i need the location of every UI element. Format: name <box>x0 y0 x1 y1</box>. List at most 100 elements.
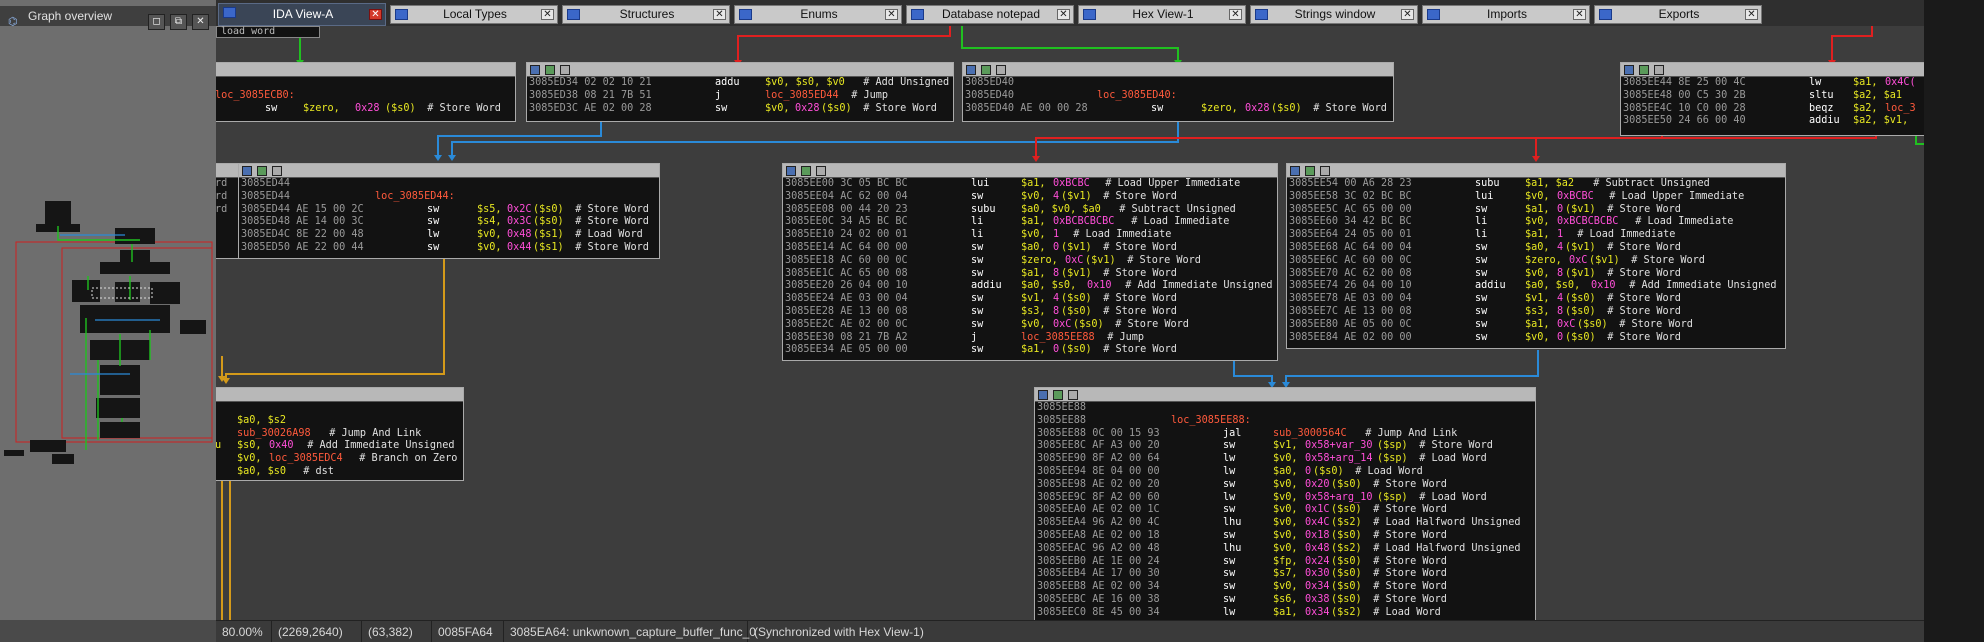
block-list-icon[interactable] <box>272 166 282 176</box>
asm-label[interactable]: loc_3085ED40: <box>1097 90 1177 103</box>
block-body[interactable]: loc_3085ECB0: sw $zero, 0x28 ($s0) # Store … <box>216 77 515 115</box>
asm-line[interactable] <box>216 402 463 415</box>
block-body[interactable]: 3085ED44 3085ED44 loc_3085ED44: 3085ED44 AE… <box>239 178 659 255</box>
block-list-icon[interactable] <box>1068 390 1078 400</box>
asm-line[interactable]: 3085EE04 AC 62 00 04 sw $v0, 4 ($v1) # Stor… <box>785 191 1277 204</box>
asm-line[interactable]: 3085ED40 loc_3085ED40: <box>965 90 1393 103</box>
asm-line[interactable]: 3085EE18 AC 60 00 0C sw $zero, 0xC ($v1) # … <box>785 255 1277 268</box>
code-block[interactable]: 3085ED34 02 02 10 21 addu $v0, $s0, $v0 # … <box>526 62 954 122</box>
close-tab-icon[interactable]: ✕ <box>369 9 382 20</box>
tab-ida-view-a[interactable]: IDA View-A ✕ <box>218 3 386 26</box>
block-list-icon[interactable] <box>816 166 826 176</box>
asm-line[interactable]: 3085EE30 08 21 7B A2 j loc_3085EE88 # Jump <box>785 332 1277 345</box>
tab-structures[interactable]: Structures ✕ <box>562 5 730 24</box>
asm-line[interactable]: 3085ED44 <box>241 178 659 191</box>
block-color-icon[interactable] <box>530 65 540 75</box>
asm-line[interactable]: 3085EE94 8E 04 00 00 lw $a0, 0 ($s0) # Load… <box>1037 466 1535 479</box>
asm-line[interactable]: 3085EEB4 AE 17 00 30 sw $s7, 0x30 ($s0) # S… <box>1037 568 1535 581</box>
asm-line[interactable]: 3085EE7C AE 13 00 08 sw $s3, 8 ($s0) # Stor… <box>1289 306 1785 319</box>
asm-line[interactable]: 3085EE58 3C 02 BC BC lui $v0, 0xBCBC # Loa… <box>1289 191 1785 204</box>
asm-line[interactable]: 3085EEB0 AE 1E 00 24 sw $fp, 0x24 ($s0) # S… <box>1037 556 1535 569</box>
asm-label[interactable]: loc_3085ED44: <box>375 191 455 204</box>
block-graph-icon[interactable] <box>1053 390 1063 400</box>
asm-line[interactable]: 3085EE14 AC 64 00 00 sw $a0, 0 ($v1) # Stor… <box>785 242 1277 255</box>
asm-line[interactable]: 3085EE0C 34 A5 BC BC li $a1, 0xBCBCBCBC # … <box>785 216 1277 229</box>
code-block[interactable]: 3085EE44 8E 25 00 4C lw $a1, 0x4C(3085EE48… <box>1620 62 1924 136</box>
block-graph-icon[interactable] <box>1639 65 1649 75</box>
asm-line[interactable]: 3085EE5C AC 65 00 00 sw $a1, 0 ($v1) # Stor… <box>1289 204 1785 217</box>
block-body[interactable]: 3085ED34 02 02 10 21 addu $v0, $s0, $v0 # … <box>527 77 953 115</box>
asm-line[interactable]: 3085EE98 AE 02 00 20 sw $v0, 0x20 ($s0) # S… <box>1037 479 1535 492</box>
asm-line[interactable]: 3085ED3C AE 02 00 28 sw $v0, 0x28 ($s0) # S… <box>529 103 953 116</box>
tab-database-notepad[interactable]: Database notepad ✕ <box>906 5 1074 24</box>
asm-line[interactable]: 3085EE88 <box>1037 402 1535 415</box>
asm-line[interactable]: 3085EE8C AF A3 00 20 sw $v1, 0x58+var_30 ($… <box>1037 440 1535 453</box>
tab-exports[interactable]: Exports ✕ <box>1594 5 1762 24</box>
graph-minimap[interactable] <box>0 30 216 490</box>
block-color-icon[interactable] <box>1624 65 1634 75</box>
asm-line[interactable]: 3085ED50 AE 22 00 44 sw $v0, 0x44 ($s1) # S… <box>241 242 659 255</box>
asm-line[interactable]: sw $zero, 0x28 ($s0) # Store Word <box>216 103 515 116</box>
code-block[interactable]: 3085EE54 00 A6 28 23 subu $a1, $a2 # Subtr… <box>1286 163 1786 349</box>
block-graph-icon[interactable] <box>981 65 991 75</box>
asm-label[interactable]: loc_3085EE88 <box>1021 332 1095 345</box>
block-list-icon[interactable] <box>1654 65 1664 75</box>
asm-line[interactable]: 3085EE20 26 04 00 10 addiu $a0, $s0, 0x10 … <box>785 280 1277 293</box>
block-list-icon[interactable] <box>1320 166 1330 176</box>
asm-line[interactable]: 3085EE4C 10 C0 00 28 beqz $a2, loc_3 <box>1623 103 1924 116</box>
code-block[interactable]: 3085EE88 3085EE88 loc_3085EE88: 3085EE88 0C… <box>1034 387 1536 620</box>
close-tab-icon[interactable]: ✕ <box>1401 9 1414 20</box>
asm-line[interactable]: 3085EE6C AC 60 00 0C sw $zero, 0xC ($v1) # … <box>1289 255 1785 268</box>
restore-panel-button[interactable]: ⧉ <box>170 14 187 30</box>
asm-line[interactable]: 3085EE28 AE 13 00 08 sw $s3, 8 ($s0) # Stor… <box>785 306 1277 319</box>
asm-label[interactable]: loc_3085ED44 <box>765 90 839 103</box>
block-graph-icon[interactable] <box>257 166 267 176</box>
asm-line[interactable]: 3085EE64 24 05 00 01 li $a1, 1 # Load Imme… <box>1289 229 1785 242</box>
close-tab-icon[interactable]: ✕ <box>1573 9 1586 20</box>
block-list-icon[interactable] <box>560 65 570 75</box>
block-graph-icon[interactable] <box>545 65 555 75</box>
asm-line[interactable]: 3085EEBC AE 16 00 38 sw $s6, 0x38 ($s0) # S… <box>1037 594 1535 607</box>
asm-label[interactable]: loc_3085EDC4 <box>269 453 343 466</box>
block-graph-icon[interactable] <box>1305 166 1315 176</box>
asm-label[interactable]: sub_3000564C <box>1273 428 1347 441</box>
asm-line[interactable]: 3085EE24 AE 03 00 04 sw $v1, 4 ($s0) # Stor… <box>785 293 1277 306</box>
asm-line[interactable]: 3085EEB8 AE 02 00 34 sw $v0, 0x34 ($s0) # S… <box>1037 581 1535 594</box>
asm-line[interactable]: 3085ED40 <box>965 77 1393 90</box>
asm-line[interactable]: 3085EE54 00 A6 28 23 subu $a1, $a2 # Subtr… <box>1289 178 1785 191</box>
asm-line[interactable]: 3085ED44 AE 15 00 2C sw $s5, 0x2C ($s0) # S… <box>241 204 659 217</box>
asm-line[interactable]: 3085ED40 AE 00 00 28 sw $zero, 0x28 ($s0) #… <box>965 103 1393 116</box>
asm-line[interactable]: 3085EE10 24 02 00 01 li $v0, 1 # Load Imme… <box>785 229 1277 242</box>
tab-hex-view-1[interactable]: Hex View-1 ✕ <box>1078 5 1246 24</box>
graph-overview-panel[interactable]: ⌬ Graph overview ◻ ⧉ ✕ <box>0 0 216 620</box>
asm-line[interactable]: $v0, loc_3085EDC4 # Branch on Zero <box>216 453 463 466</box>
block-color-icon[interactable] <box>242 166 252 176</box>
close-tab-icon[interactable]: ✕ <box>885 9 898 20</box>
asm-line[interactable]: 3085EE60 34 42 BC BC li $v0, 0xBCBCBCBC # … <box>1289 216 1785 229</box>
asm-line[interactable]: loc_3085ECB0: <box>216 90 515 103</box>
asm-line[interactable]: 3085ED38 08 21 7B 51 j loc_3085ED44 # Jump <box>529 90 953 103</box>
asm-line[interactable]: 3085EE88 0C 00 15 93 jal sub_3000564C # Ju… <box>1037 428 1535 441</box>
asm-line[interactable]: 3085EE80 AE 05 00 0C sw $a1, 0xC ($s0) # St… <box>1289 319 1785 332</box>
asm-line[interactable]: 3085EE90 8F A2 00 64 lw $v0, 0x58+arg_14 ($… <box>1037 453 1535 466</box>
code-block[interactable]: $a0, $s2sub_30026A98 # Jump And Linku$s0… <box>216 387 464 481</box>
close-tab-icon[interactable]: ✕ <box>541 9 554 20</box>
asm-line[interactable]: 3085EEA4 96 A2 00 4C lhu $v0, 0x4C ($s2) # … <box>1037 517 1535 530</box>
asm-line[interactable]: 3085EE50 24 66 00 40 addiu $a2, $v1, <box>1623 115 1924 128</box>
asm-line[interactable]: 3085EE2C AE 02 00 0C sw $v0, 0xC ($s0) # St… <box>785 319 1277 332</box>
tab-local-types[interactable]: Local Types ✕ <box>390 5 558 24</box>
asm-line[interactable]: 3085EE44 8E 25 00 4C lw $a1, 0x4C( <box>1623 77 1924 90</box>
code-block[interactable]: 3085ED44 3085ED44 loc_3085ED44: 3085ED44 AE… <box>238 163 660 259</box>
asm-line[interactable]: 3085EE08 00 44 20 23 subu $a0, $v0, $a0 # … <box>785 204 1277 217</box>
block-body[interactable]: 3085EE44 8E 25 00 4C lw $a1, 0x4C(3085EE48… <box>1621 77 1924 128</box>
asm-line[interactable]: 3085EE68 AC 64 00 04 sw $a0, 4 ($v1) # Stor… <box>1289 242 1785 255</box>
block-body[interactable]: 3085EE54 00 A6 28 23 subu $a1, $a2 # Subtr… <box>1287 178 1785 344</box>
asm-line[interactable]: 3085EEA8 AE 02 00 18 sw $v0, 0x18 ($s0) # S… <box>1037 530 1535 543</box>
asm-line[interactable]: 3085EE88 loc_3085EE88: <box>1037 415 1535 428</box>
asm-line[interactable]: 3085ED48 AE 14 00 3C sw $s4, 0x3C ($s0) # S… <box>241 216 659 229</box>
asm-line[interactable]: 3085EE9C 8F A2 00 60 lw $v0, 0x58+arg_10 ($… <box>1037 492 1535 505</box>
block-list-icon[interactable] <box>996 65 1006 75</box>
code-block[interactable]: 3085EE00 3C 05 BC BC lui $a1, 0xBCBC # Loa… <box>782 163 1278 361</box>
asm-line[interactable]: 3085EEAC 96 A2 00 48 lhu $v0, 0x48 ($s2) # … <box>1037 543 1535 556</box>
asm-line[interactable]: $a0, $s2 <box>216 415 463 428</box>
